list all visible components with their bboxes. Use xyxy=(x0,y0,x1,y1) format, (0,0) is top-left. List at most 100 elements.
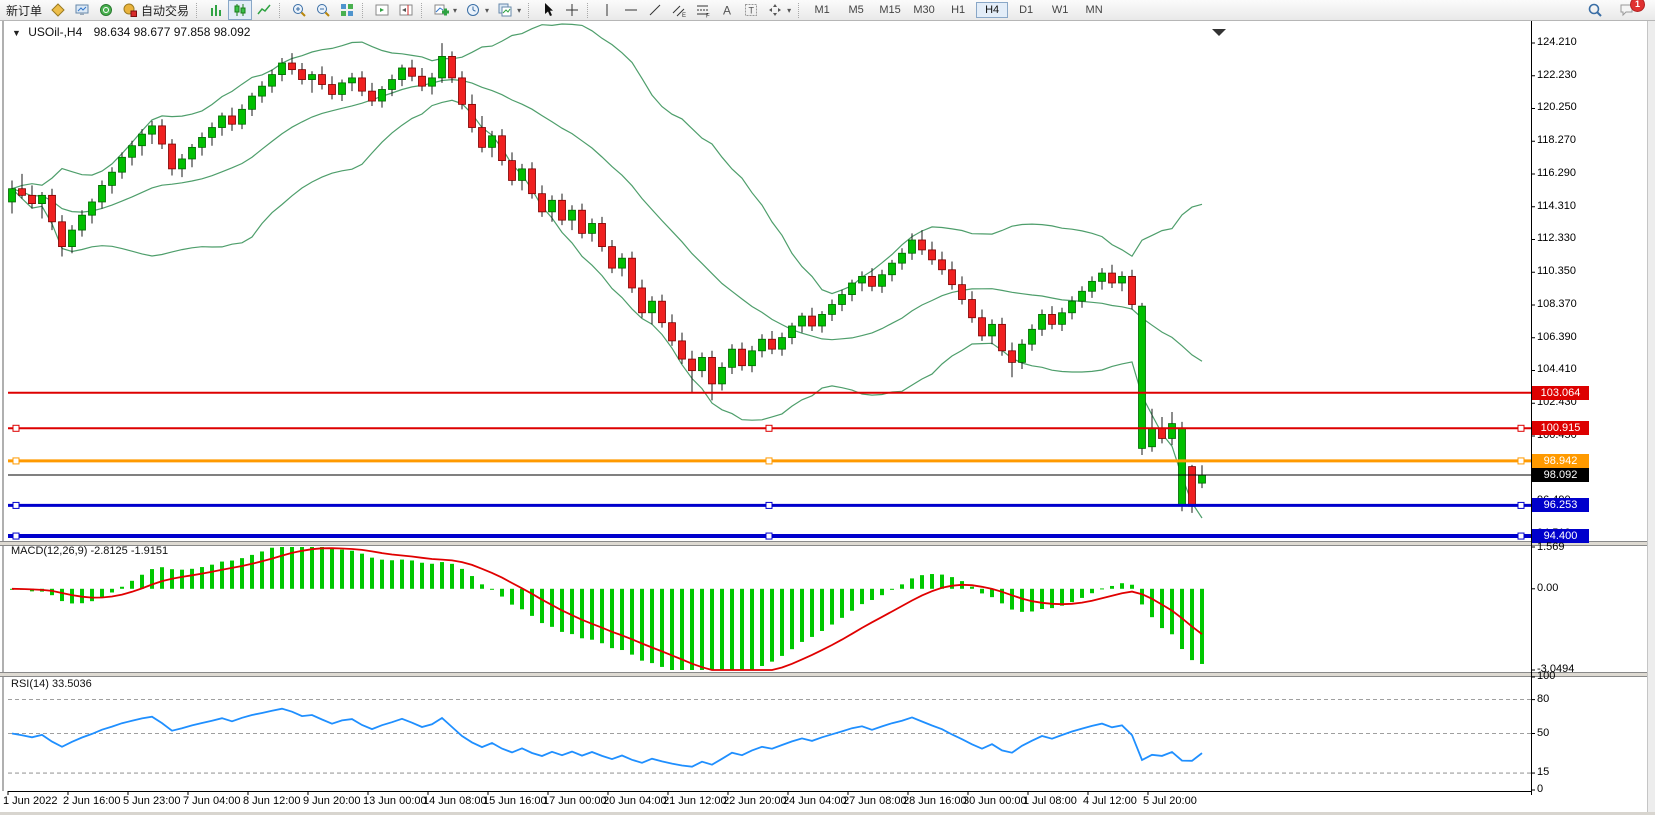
auto-scroll-button[interactable] xyxy=(370,0,394,20)
candle-body xyxy=(229,116,236,124)
level-drag-handle[interactable] xyxy=(13,458,19,464)
candle-body xyxy=(79,215,86,230)
candle-body xyxy=(849,283,856,295)
macd-histogram-bar xyxy=(420,563,424,589)
navigator-button[interactable] xyxy=(94,0,118,20)
monitor-chart-icon xyxy=(74,2,90,18)
clock-icon xyxy=(465,2,481,18)
candlestick-chart-button[interactable] xyxy=(228,0,252,20)
horizontal-line-button[interactable] xyxy=(619,0,643,20)
search-icon xyxy=(1587,2,1603,18)
timeframe-D1-button[interactable]: D1 xyxy=(1010,2,1042,18)
candle-body xyxy=(1079,291,1086,301)
cursor-button[interactable] xyxy=(536,0,560,20)
timeframe-M1-button[interactable]: M1 xyxy=(806,2,838,18)
line-chart-button[interactable] xyxy=(252,0,276,20)
trendline-button[interactable] xyxy=(643,0,667,20)
timeframe-W1-button[interactable]: W1 xyxy=(1044,2,1076,18)
crosshair-button[interactable] xyxy=(560,0,584,20)
toolbar-separator xyxy=(798,3,803,18)
timeframe-M30-button[interactable]: M30 xyxy=(908,2,940,18)
level-drag-handle[interactable] xyxy=(1518,533,1524,539)
templates-icon xyxy=(497,2,513,18)
chart-shift-button[interactable] xyxy=(394,0,418,20)
macd-histogram-bar xyxy=(1080,589,1084,598)
chart-title: ▼ USOil-,H4 98.634 98.677 97.858 98.092 xyxy=(12,25,250,39)
level-drag-handle[interactable] xyxy=(13,425,19,431)
tile-windows-button[interactable] xyxy=(335,0,359,20)
macd-histogram-bar xyxy=(590,589,594,640)
level-drag-handle[interactable] xyxy=(13,533,19,539)
candle-body xyxy=(559,200,566,220)
candle-body xyxy=(999,324,1006,350)
crosshair-icon xyxy=(564,2,580,18)
macd-histogram-bar xyxy=(390,560,394,589)
candle-body xyxy=(519,169,526,181)
candle-body xyxy=(969,300,976,318)
level-drag-handle[interactable] xyxy=(1518,458,1524,464)
periods-button[interactable]: ▾ xyxy=(461,0,493,20)
symbol-period-label: USOil-,H4 xyxy=(28,25,82,39)
zoom-out-icon xyxy=(315,2,331,18)
zoom-out-button[interactable] xyxy=(311,0,335,20)
level-drag-handle[interactable] xyxy=(766,458,772,464)
level-drag-handle[interactable] xyxy=(13,502,19,508)
level-drag-handle[interactable] xyxy=(1518,425,1524,431)
notifications-button[interactable]: 1 xyxy=(1615,0,1639,20)
macd-histogram-bar xyxy=(740,589,744,670)
candle-body xyxy=(669,323,676,341)
search-button[interactable] xyxy=(1583,0,1607,20)
macd-histogram-bar xyxy=(980,589,984,594)
level-drag-handle[interactable] xyxy=(766,502,772,508)
tile-windows-icon xyxy=(339,2,355,18)
notification-badge: 1 xyxy=(1630,0,1645,12)
candle-body xyxy=(29,195,36,203)
candle-body xyxy=(1009,351,1016,363)
market-watch-button[interactable] xyxy=(46,0,70,20)
text-label-button[interactable]: T xyxy=(739,0,763,20)
equidistant-channel-button[interactable]: E xyxy=(667,0,691,20)
text-label-icon: T xyxy=(743,2,759,18)
publish-button[interactable] xyxy=(70,0,94,20)
chart-canvas[interactable] xyxy=(0,21,1655,812)
autotrading-button[interactable]: 自动交易 xyxy=(118,0,193,20)
templates-button[interactable]: ▾ xyxy=(493,0,525,20)
timeframe-MN-button[interactable]: MN xyxy=(1078,2,1110,18)
macd-histogram-bar xyxy=(690,589,694,670)
vertical-line-button[interactable] xyxy=(595,0,619,20)
macd-histogram-bar xyxy=(660,589,664,667)
chart-menu-arrow-icon[interactable]: ▼ xyxy=(12,28,21,38)
level-drag-handle[interactable] xyxy=(766,533,772,539)
text-icon: A xyxy=(719,2,735,18)
arrows-button[interactable]: ▾ xyxy=(763,0,795,20)
timeframe-M15-button[interactable]: M15 xyxy=(874,2,906,18)
candle-body xyxy=(1069,301,1076,313)
chart-window[interactable]: ▼ USOil-,H4 98.634 98.677 97.858 98.092 … xyxy=(0,21,1655,812)
macd-histogram-bar xyxy=(1130,585,1134,589)
toolbar-separator xyxy=(196,3,201,18)
indicators-button[interactable]: ▾ xyxy=(429,0,461,20)
timeframe-M5-button[interactable]: M5 xyxy=(840,2,872,18)
macd-histogram-bar xyxy=(570,589,574,634)
macd-histogram-bar xyxy=(1100,588,1104,589)
macd-histogram-bar xyxy=(710,589,714,670)
macd-histogram-bar xyxy=(440,562,444,589)
level-drag-handle[interactable] xyxy=(1518,502,1524,508)
text-button[interactable]: A xyxy=(715,0,739,20)
candle-body xyxy=(1139,306,1146,448)
fibonacci-button[interactable]: F xyxy=(691,0,715,20)
candle-body xyxy=(809,316,816,326)
macd-histogram-bar xyxy=(220,562,224,589)
new-order-button[interactable]: 新订单 xyxy=(2,0,46,20)
timeframe-H4-button[interactable]: H4 xyxy=(976,2,1008,18)
macd-histogram-bar xyxy=(900,584,904,588)
chart-shift-icon xyxy=(398,2,414,18)
level-drag-handle[interactable] xyxy=(766,425,772,431)
candle-body xyxy=(959,285,966,300)
zoom-in-button[interactable] xyxy=(287,0,311,20)
window-scroll-strip[interactable] xyxy=(1647,21,1655,812)
timeframe-H1-button[interactable]: H1 xyxy=(942,2,974,18)
candle-body xyxy=(509,161,516,181)
bar-chart-button[interactable] xyxy=(204,0,228,20)
macd-histogram-bar xyxy=(890,589,894,590)
